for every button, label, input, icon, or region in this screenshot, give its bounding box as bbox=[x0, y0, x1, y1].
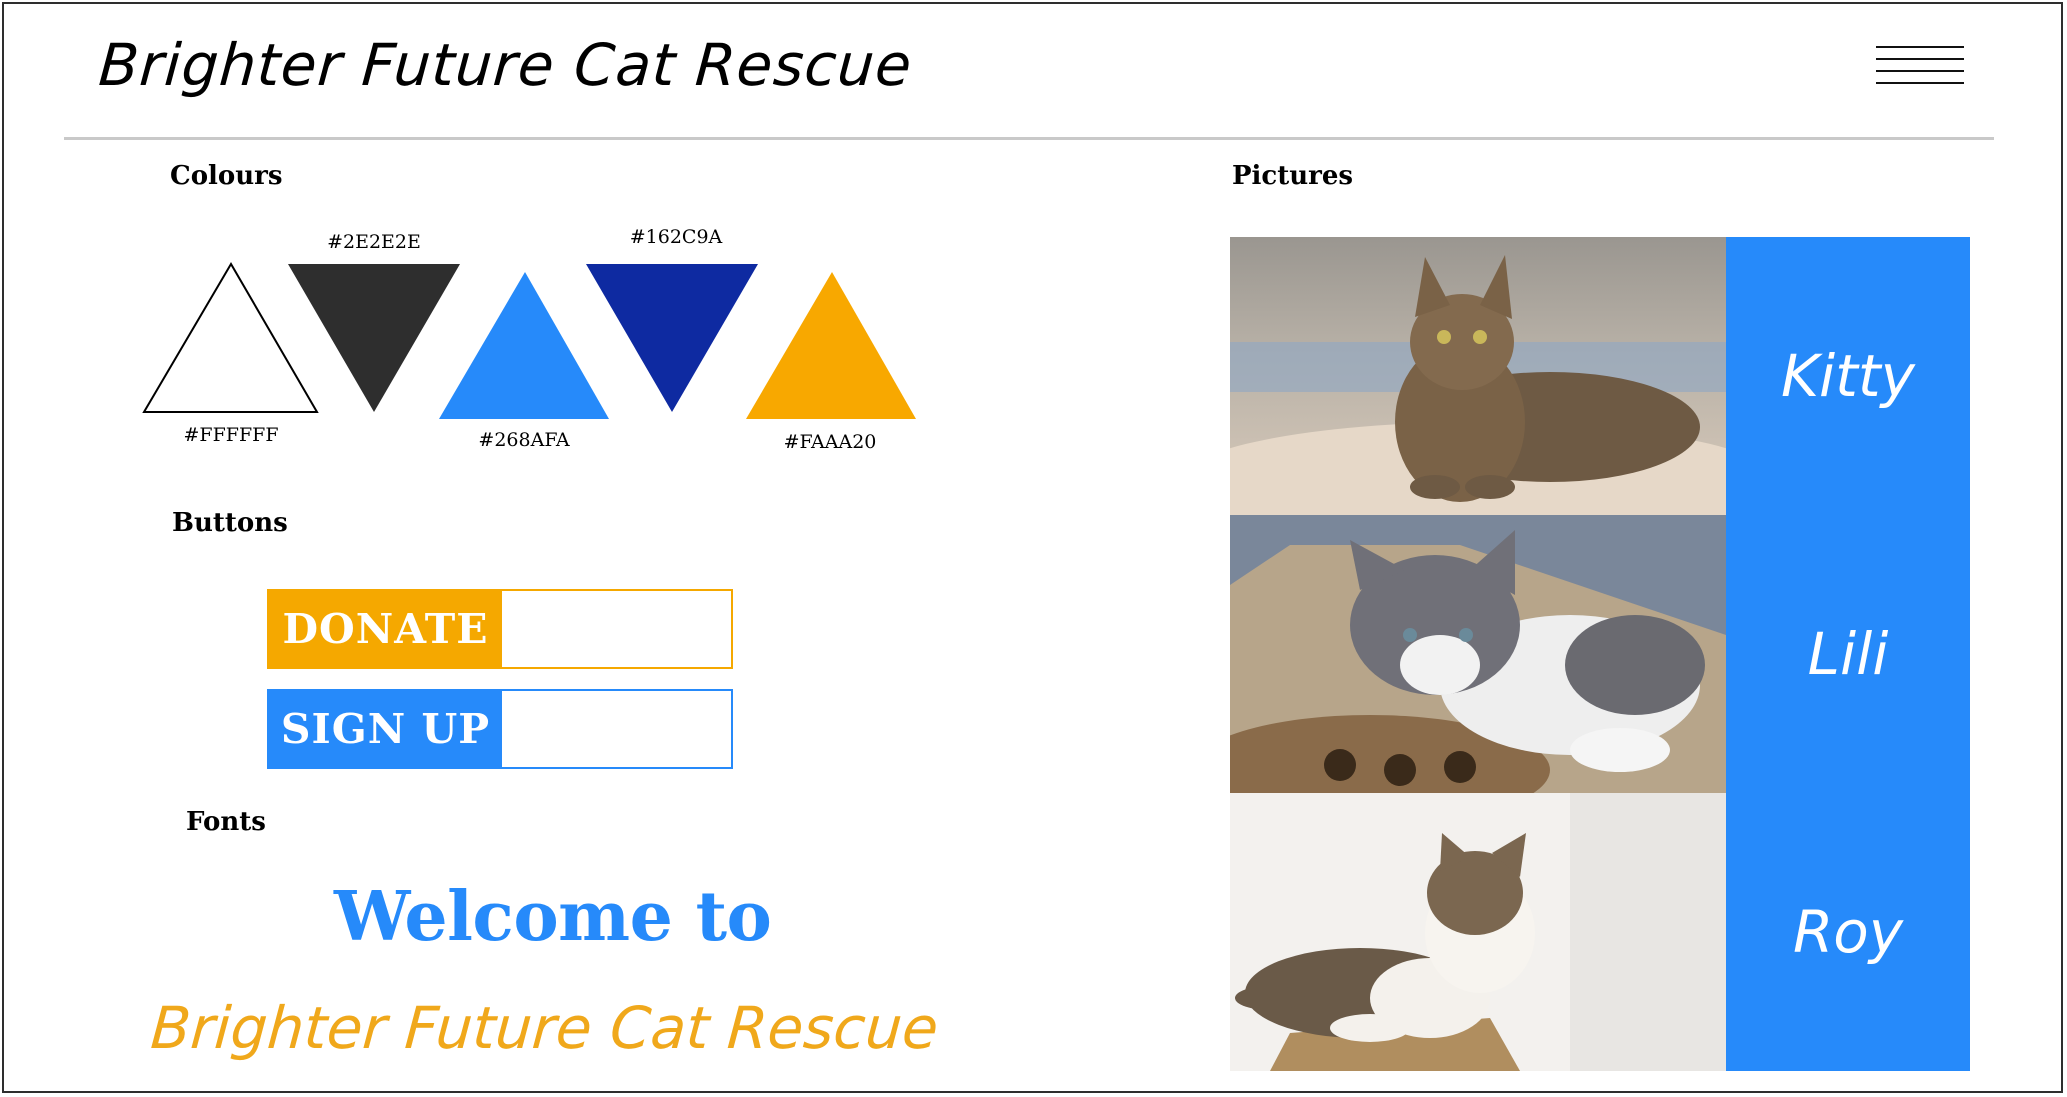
swatch-dark bbox=[288, 264, 460, 412]
swatch-white bbox=[142, 262, 319, 413]
swatch-label-dark: #2E2E2E bbox=[327, 231, 421, 253]
cat-name-kitty: Kitty bbox=[1726, 237, 1970, 515]
brand-font-sample: Brighter Future Cat Rescue bbox=[148, 994, 941, 1062]
swatch-orange bbox=[746, 272, 916, 419]
cat-name-lili: Lili bbox=[1726, 515, 1970, 793]
swatch-label-orange: #FAAA20 bbox=[783, 431, 877, 453]
colour-swatches bbox=[142, 262, 916, 419]
cat-card-lili[interactable]: Lili bbox=[1230, 515, 1970, 793]
fonts-heading: Fonts bbox=[186, 807, 266, 837]
cat-photo-lili bbox=[1230, 515, 1726, 793]
sign-up-button-label: SIGN UP bbox=[269, 691, 502, 767]
cat-card-roy[interactable]: Roy bbox=[1230, 793, 1970, 1071]
donate-button-label: DONATE bbox=[269, 591, 502, 667]
swatch-navy bbox=[586, 264, 758, 412]
style-guide-frame: Brighter Future Cat Rescue Colours #FFFF… bbox=[2, 2, 2063, 1093]
buttons-heading: Buttons bbox=[172, 508, 288, 538]
sign-up-button[interactable]: SIGN UP bbox=[267, 689, 733, 769]
hamburger-menu-icon[interactable] bbox=[1876, 44, 1964, 90]
swatch-label-blue: #268AFA bbox=[478, 429, 570, 451]
cat-name-roy: Roy bbox=[1726, 793, 1970, 1071]
cat-photo-roy bbox=[1230, 793, 1726, 1071]
pictures-heading: Pictures bbox=[1232, 161, 1354, 191]
donate-button[interactable]: DONATE bbox=[267, 589, 733, 669]
swatch-label-white: #FFFFFF bbox=[183, 424, 279, 446]
cat-photo-kitty bbox=[1230, 237, 1726, 515]
swatch-label-navy: #162C9A bbox=[629, 226, 723, 248]
cat-card-kitty[interactable]: Kitty bbox=[1230, 237, 1970, 515]
welcome-font-sample: Welcome to bbox=[334, 877, 772, 957]
swatch-blue bbox=[439, 272, 609, 419]
